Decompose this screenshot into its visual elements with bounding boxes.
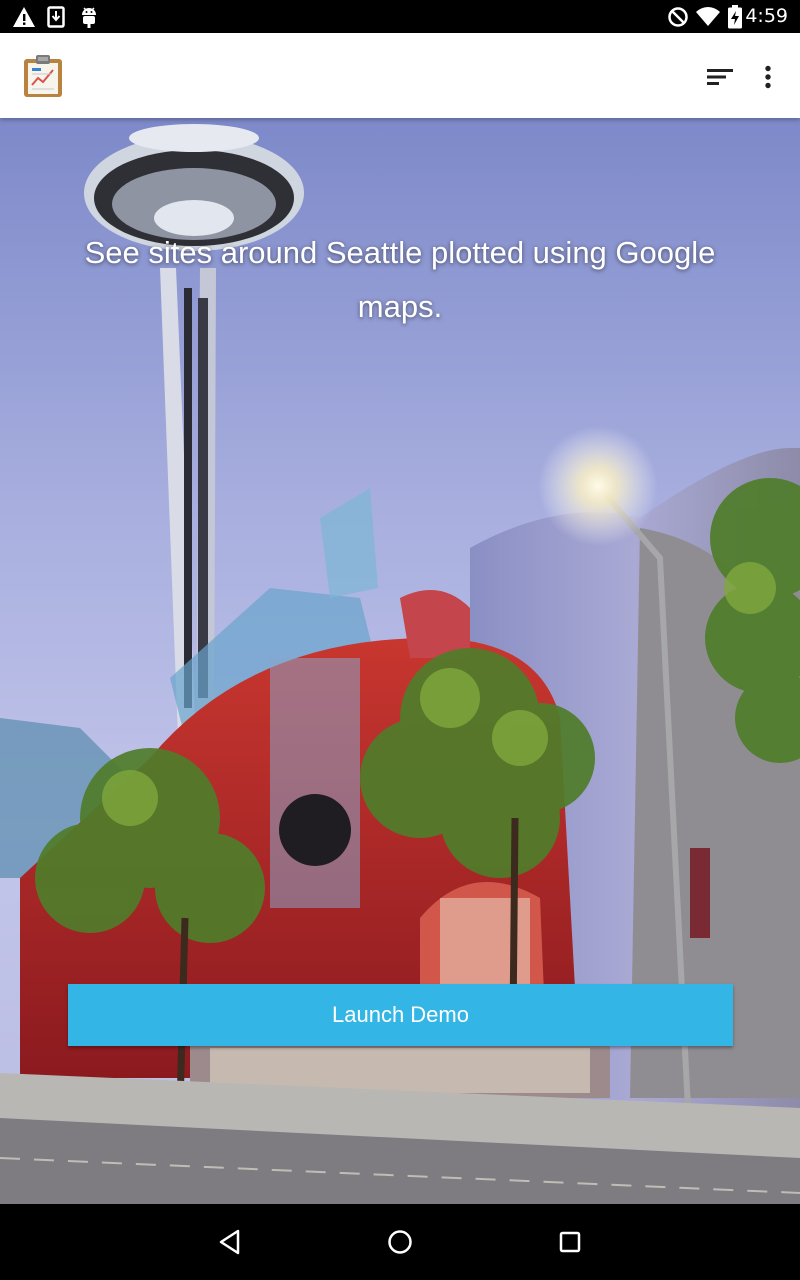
status-time: 4:59 (745, 5, 788, 27)
launch-demo-button[interactable]: Launch Demo (68, 984, 733, 1046)
sort-button[interactable] (696, 53, 744, 101)
back-icon (219, 1229, 240, 1255)
more-vert-icon (765, 65, 771, 89)
home-button[interactable] (380, 1222, 420, 1262)
home-icon (388, 1230, 412, 1254)
warning-icon (13, 7, 35, 27)
android-debug-icon (82, 7, 96, 28)
download-icon (47, 6, 65, 28)
sort-icon (707, 69, 733, 85)
wifi-icon (696, 7, 720, 26)
battery-charging-icon (728, 5, 742, 29)
navigation-bar (0, 1204, 800, 1280)
status-bar: 4:59 (0, 0, 800, 33)
recents-button[interactable] (550, 1222, 590, 1262)
hero-description: See sites around Seattle plotted using G… (84, 235, 716, 324)
do-not-disturb-icon (668, 7, 688, 27)
hero-section: See sites around Seattle plotted using G… (0, 118, 800, 1204)
recents-icon (559, 1231, 581, 1253)
app-bar (0, 33, 800, 118)
clipboard-chart-app-icon[interactable] (22, 53, 64, 99)
overflow-menu-button[interactable] (746, 53, 790, 101)
back-button[interactable] (210, 1222, 250, 1262)
